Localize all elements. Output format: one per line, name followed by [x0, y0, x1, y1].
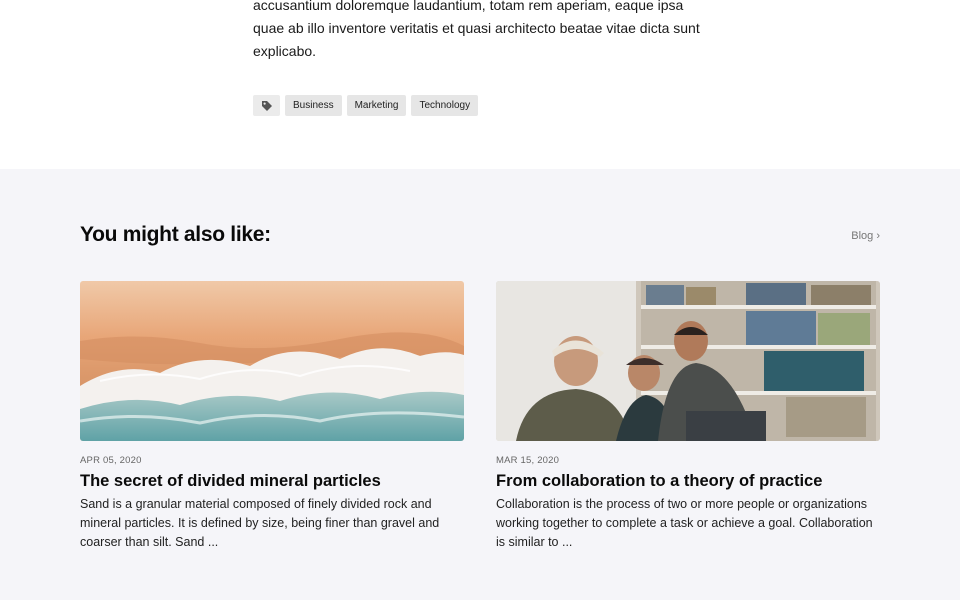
- article-body-text: accusantium doloremque laudantium, totam…: [253, 0, 700, 59]
- card-title[interactable]: From collaboration to a theory of practi…: [496, 470, 880, 492]
- tag-technology[interactable]: Technology: [411, 95, 479, 116]
- card-title[interactable]: The secret of divided mineral particles: [80, 470, 464, 492]
- post-card[interactable]: APR 05, 2020 The secret of divided miner…: [80, 281, 464, 552]
- team-collaboration-image[interactable]: [496, 281, 880, 441]
- post-card[interactable]: MAR 15, 2020 From collaboration to a the…: [496, 281, 880, 552]
- article-tail: accusantium doloremque laudantium, totam…: [0, 0, 960, 169]
- card-excerpt: Collaboration is the process of two or m…: [496, 497, 873, 549]
- tag-business[interactable]: Business: [285, 95, 342, 116]
- tag-list: Business Marketing Technology: [253, 95, 479, 116]
- card-date: APR 05, 2020: [80, 455, 142, 466]
- blog-link[interactable]: Blog ›: [851, 230, 880, 242]
- card-excerpt: Sand is a granular material composed of …: [80, 497, 440, 549]
- related-posts-section: You might also like: Blog › APR 05, 2020…: [0, 169, 960, 600]
- tag-marketing[interactable]: Marketing: [346, 95, 407, 116]
- beach-image[interactable]: [80, 281, 464, 441]
- tag-icon: [253, 95, 280, 116]
- card-date: MAR 15, 2020: [496, 455, 560, 466]
- related-heading: You might also like:: [80, 223, 271, 246]
